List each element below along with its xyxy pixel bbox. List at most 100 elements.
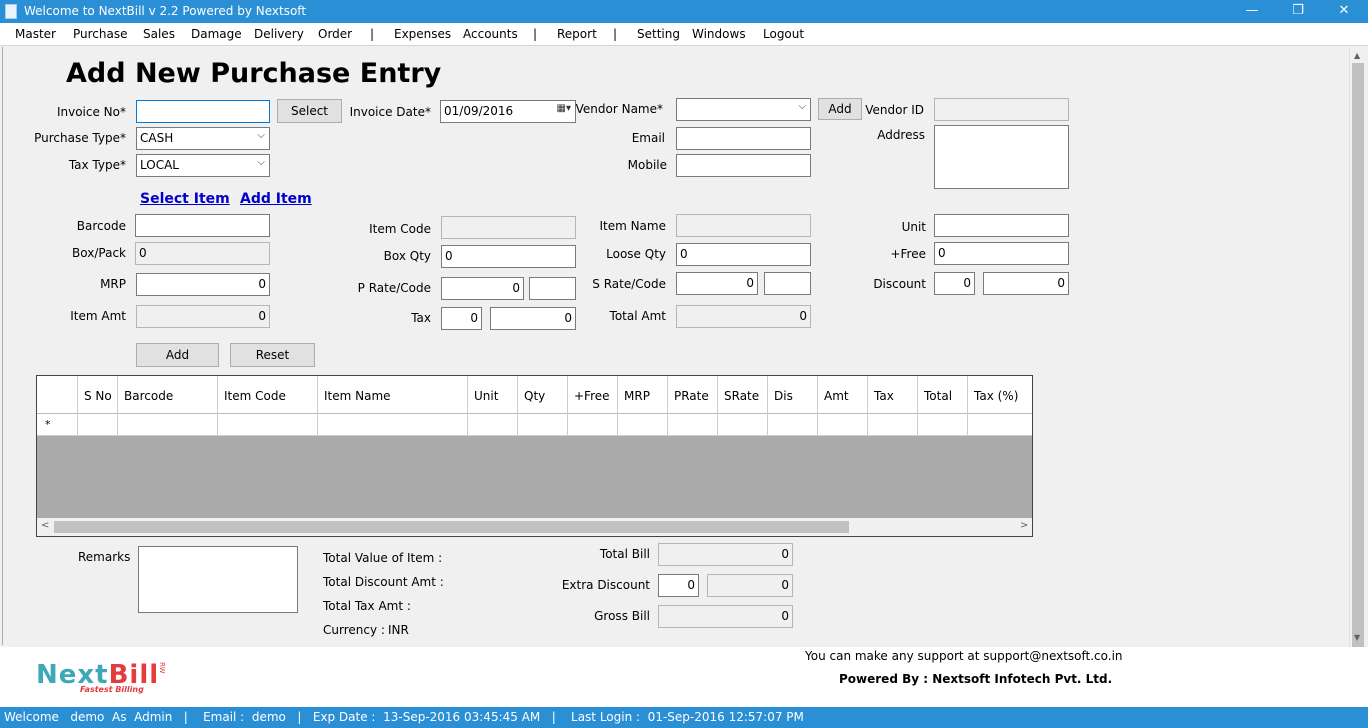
minimize-button[interactable]: — bbox=[1229, 0, 1275, 23]
table-row-new[interactable]: * bbox=[37, 414, 1032, 436]
unit-label: Unit bbox=[901, 220, 926, 234]
reset-button[interactable]: Reset bbox=[230, 343, 315, 367]
invoice-date-picker[interactable]: 01/09/2016 ▦▾ bbox=[440, 100, 576, 123]
table-cell[interactable] bbox=[668, 414, 718, 436]
app-icon bbox=[5, 4, 17, 19]
scroll-left-icon[interactable]: < bbox=[41, 520, 49, 531]
unit-field[interactable] bbox=[934, 214, 1069, 237]
column-header-sno[interactable]: S No bbox=[78, 376, 118, 414]
table-cell[interactable] bbox=[868, 414, 918, 436]
column-header-barcode[interactable]: Barcode bbox=[118, 376, 218, 414]
barcode-field[interactable] bbox=[135, 214, 270, 237]
table-cell[interactable] bbox=[618, 414, 668, 436]
tax-type-select[interactable]: LOCAL ⌵ bbox=[136, 154, 270, 177]
scroll-down-icon[interactable]: ▼ bbox=[1354, 633, 1360, 642]
column-header-mrp[interactable]: MRP bbox=[618, 376, 668, 414]
mobile-field[interactable] bbox=[676, 154, 811, 177]
discount-field-1[interactable]: 0 bbox=[934, 272, 975, 295]
invoice-no-input[interactable] bbox=[136, 100, 270, 123]
menu-purchase[interactable]: Purchase bbox=[73, 27, 128, 41]
scroll-up-icon[interactable]: ▲ bbox=[1354, 51, 1360, 60]
scroll-right-icon[interactable]: > bbox=[1020, 520, 1028, 531]
menu-sales[interactable]: Sales bbox=[143, 27, 175, 41]
menu-setting[interactable]: Setting bbox=[637, 27, 680, 41]
free-field[interactable]: 0 bbox=[934, 242, 1069, 265]
tax-label: Tax bbox=[411, 311, 431, 325]
address-field[interactable] bbox=[934, 125, 1069, 189]
menu-damage[interactable]: Damage bbox=[191, 27, 242, 41]
menu-bar: Master Purchase Sales Damage Delivery Or… bbox=[0, 23, 1368, 46]
logo-rw: RW bbox=[158, 662, 166, 674]
purchase-type-label: Purchase Type* bbox=[34, 131, 126, 145]
table-cell[interactable] bbox=[318, 414, 468, 436]
menu-master[interactable]: Master bbox=[15, 27, 56, 41]
menu-accounts[interactable]: Accounts bbox=[463, 27, 518, 41]
menu-expenses[interactable]: Expenses bbox=[394, 27, 451, 41]
tax-field-2[interactable]: 0 bbox=[490, 307, 576, 330]
table-cell[interactable] bbox=[468, 414, 518, 436]
add-item-button[interactable]: Add bbox=[136, 343, 219, 367]
table-cell[interactable] bbox=[78, 414, 118, 436]
s-rate-field[interactable]: 0 bbox=[676, 272, 758, 295]
column-header-qty[interactable]: Qty bbox=[518, 376, 568, 414]
item-name-field bbox=[676, 214, 811, 237]
horizontal-scrollbar[interactable]: < > bbox=[37, 518, 1032, 536]
select-item-link[interactable]: Select Item bbox=[140, 191, 230, 207]
chevron-down-icon: ⌵ bbox=[798, 101, 806, 112]
add-vendor-button[interactable]: Add bbox=[818, 98, 862, 120]
scroll-thumb[interactable] bbox=[1352, 63, 1364, 651]
select-invoice-button[interactable]: Select bbox=[277, 99, 342, 123]
column-header-tax[interactable]: Tax bbox=[868, 376, 918, 414]
table-cell[interactable] bbox=[718, 414, 768, 436]
column-header-item-name[interactable]: Item Name bbox=[318, 376, 468, 414]
table-cell[interactable] bbox=[918, 414, 968, 436]
extra-discount-field-1[interactable]: 0 bbox=[658, 574, 699, 597]
email-field[interactable] bbox=[676, 127, 811, 150]
menu-order[interactable]: Order bbox=[318, 27, 352, 41]
menu-separator: | bbox=[613, 27, 618, 41]
p-rate-field[interactable]: 0 bbox=[441, 277, 524, 300]
column-header-srate[interactable]: SRate bbox=[718, 376, 768, 414]
s-code-field[interactable] bbox=[764, 272, 811, 295]
item-amt-label: Item Amt bbox=[70, 309, 126, 323]
column-header-amt[interactable]: Amt bbox=[818, 376, 868, 414]
column-header-dis[interactable]: Dis bbox=[768, 376, 818, 414]
restore-button[interactable]: ❐ bbox=[1275, 0, 1321, 23]
table-cell[interactable] bbox=[568, 414, 618, 436]
column-header-tax-percent[interactable]: Tax (%) bbox=[968, 376, 1032, 414]
vendor-name-label: Vendor Name* bbox=[575, 102, 663, 116]
column-header-prate[interactable]: PRate bbox=[668, 376, 718, 414]
column-header-total[interactable]: Total bbox=[918, 376, 968, 414]
total-bill-label: Total Bill bbox=[599, 547, 650, 561]
table-cell[interactable] bbox=[218, 414, 318, 436]
purchase-type-select[interactable]: CASH ⌵ bbox=[136, 127, 270, 150]
p-code-field[interactable] bbox=[529, 277, 576, 300]
column-header-unit[interactable]: Unit bbox=[468, 376, 518, 414]
menu-windows[interactable]: Windows bbox=[692, 27, 746, 41]
column-header-free[interactable]: +Free bbox=[568, 376, 618, 414]
vendor-name-select[interactable]: ⌵ bbox=[676, 98, 811, 121]
box-qty-field[interactable]: 0 bbox=[441, 245, 576, 268]
add-item-link[interactable]: Add Item bbox=[240, 191, 312, 207]
table-cell[interactable] bbox=[818, 414, 868, 436]
table-cell[interactable] bbox=[518, 414, 568, 436]
total-amt-label: Total Amt bbox=[609, 309, 666, 323]
mrp-field[interactable]: 0 bbox=[136, 273, 270, 296]
hscroll-thumb[interactable] bbox=[54, 521, 849, 533]
discount-field-2[interactable]: 0 bbox=[983, 272, 1069, 295]
menu-report[interactable]: Report bbox=[557, 27, 597, 41]
vertical-scrollbar[interactable]: ▲ ▼ bbox=[1349, 47, 1366, 651]
close-button[interactable]: ✕ bbox=[1321, 0, 1367, 23]
loose-qty-field[interactable]: 0 bbox=[676, 243, 811, 266]
menu-delivery[interactable]: Delivery bbox=[254, 27, 304, 41]
remarks-field[interactable] bbox=[138, 546, 298, 613]
table-cell[interactable] bbox=[118, 414, 218, 436]
table-cell[interactable] bbox=[768, 414, 818, 436]
calendar-dropdown-icon[interactable]: ▦▾ bbox=[557, 103, 571, 114]
column-header-item-code[interactable]: Item Code bbox=[218, 376, 318, 414]
table-cell[interactable] bbox=[968, 414, 1032, 436]
items-grid[interactable]: S No Barcode Item Code Item Name Unit Qt… bbox=[36, 375, 1033, 537]
tax-type-label: Tax Type* bbox=[68, 158, 126, 172]
tax-field-1[interactable]: 0 bbox=[441, 307, 482, 330]
menu-logout[interactable]: Logout bbox=[763, 27, 804, 41]
